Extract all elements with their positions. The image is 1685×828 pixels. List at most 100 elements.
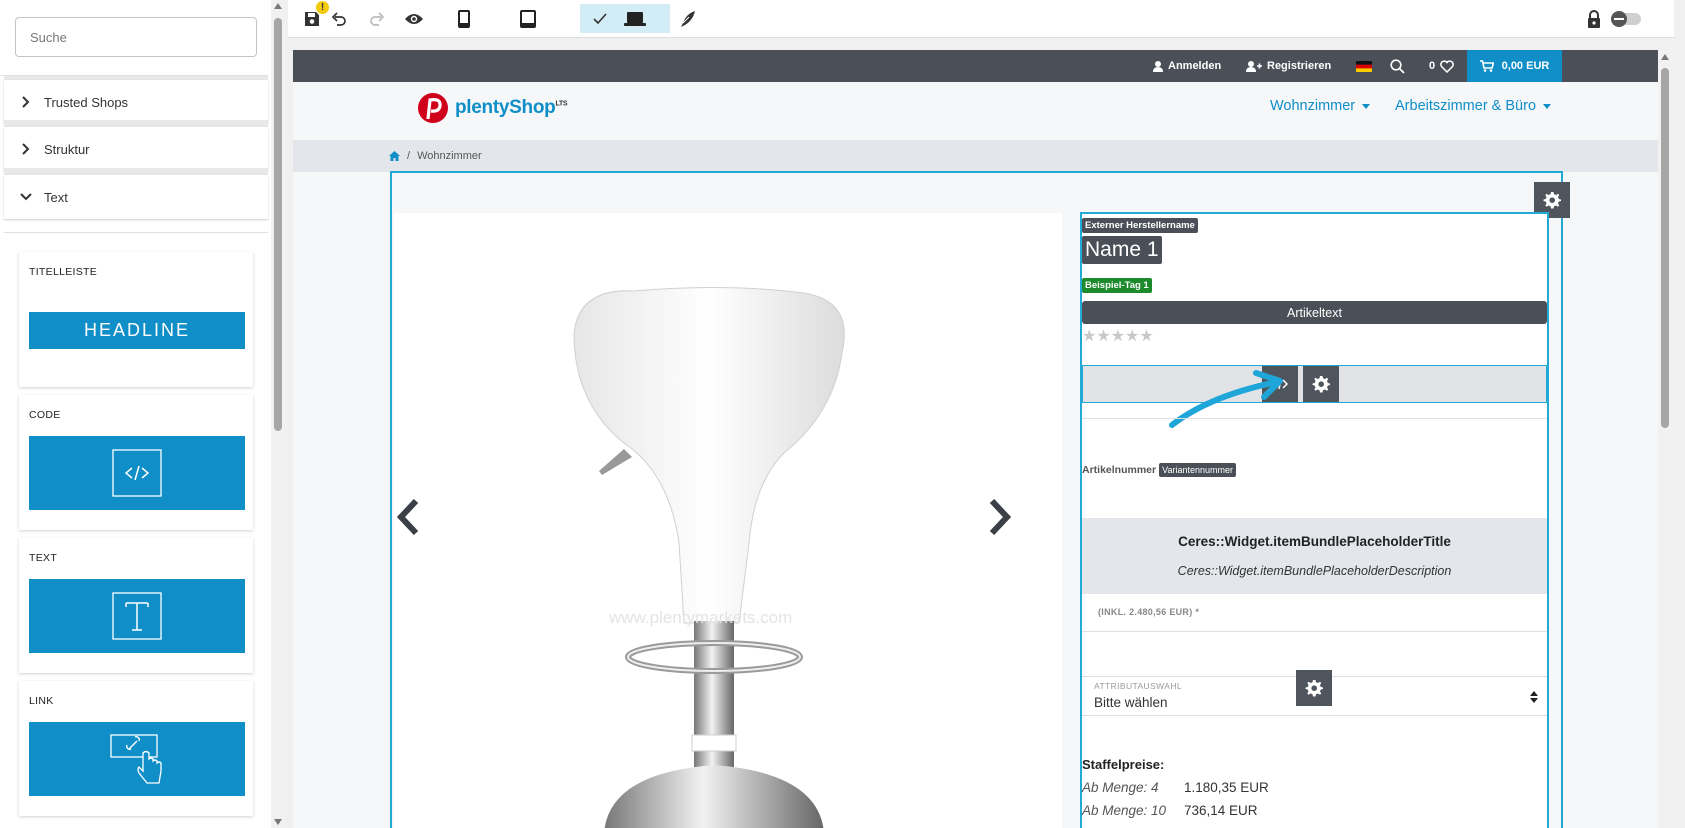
check-icon — [593, 13, 607, 24]
shop-logo[interactable]: plentyShopLTS — [417, 90, 568, 126]
shop-preview: Anmelden Registrieren 0 0,00 EUR plentyS… — [293, 50, 1658, 828]
bundle-title: Ceres::Widget.itemBundlePlaceholderTitle — [1178, 534, 1451, 549]
headline-icon: HEADLINE — [29, 312, 245, 349]
rating-stars: ★★★★★ — [1082, 328, 1154, 345]
caret-down-icon — [1362, 103, 1371, 109]
price-note: (INKL. 2.480,56 EUR) * — [1098, 607, 1200, 617]
search-input[interactable] — [15, 17, 257, 57]
scroll-down-icon[interactable] — [274, 819, 282, 825]
manufacturer-name: Externer Herstellername — [1082, 218, 1198, 233]
prev-image-button[interactable] — [396, 498, 420, 540]
attribute-settings-button[interactable] — [1296, 670, 1332, 706]
nav-item-arbeitszimmer[interactable]: Arbeitszimmer & Büro — [1395, 98, 1552, 114]
link-icon — [29, 722, 245, 796]
undo-icon — [331, 12, 346, 26]
wishlist-link[interactable]: 0 — [1429, 50, 1454, 82]
single-item-widget[interactable]: www.plentymarkets.com Externer Herstelle… — [390, 171, 1570, 828]
toggle-switch[interactable] — [1606, 0, 1646, 38]
code-widget-row[interactable]: / — [1082, 365, 1547, 403]
logo-text: plentyShopLTS — [455, 97, 568, 118]
widget-label: LINK — [29, 695, 54, 707]
accordion-struktur[interactable]: Struktur — [4, 127, 268, 171]
item-bundle-placeholder: Ceres::Widget.itemBundlePlaceholderTitle… — [1082, 518, 1547, 594]
tablet-icon — [520, 10, 536, 28]
article-text: Artikeltext — [1082, 301, 1547, 324]
next-image-button[interactable] — [988, 498, 1012, 540]
desktop-icon — [624, 12, 646, 26]
widget-text[interactable]: TEXT — [19, 538, 253, 673]
chevron-right-icon — [18, 141, 34, 157]
text-icon — [29, 579, 245, 653]
mobile-view-button[interactable] — [448, 0, 480, 38]
item-info-column[interactable]: Externer Herstellername Name 1 Beispiel-… — [1080, 212, 1549, 828]
chevron-down-icon — [18, 189, 34, 205]
breadcrumb-item[interactable]: Wohnzimmer — [417, 150, 482, 162]
shop-header: plentyShopLTS Wohnzimmer Arbeitszimmer &… — [293, 82, 1658, 140]
widget-code[interactable]: CODE — [19, 395, 253, 530]
graduated-price-row: Ab Menge: 10 736,14 EUR — [1082, 803, 1258, 818]
graduated-prices-title: Staffelpreise: — [1082, 757, 1165, 772]
save-icon — [305, 12, 319, 26]
widget-titelleiste[interactable]: TITELLEISTE HEADLINE — [19, 252, 253, 387]
plenty-logo-icon — [418, 93, 448, 123]
heart-icon — [1440, 59, 1454, 73]
language-flag-de-icon[interactable] — [1356, 50, 1372, 82]
divider — [1082, 418, 1547, 419]
cart-icon — [1479, 60, 1494, 72]
mobile-icon — [458, 10, 470, 28]
widget-label: TEXT — [29, 552, 58, 564]
widget-sidebar: Trusted Shops Struktur Text TITELLEISTE … — [0, 0, 272, 828]
user-icon — [1153, 60, 1163, 72]
user-plus-icon — [1246, 60, 1262, 72]
breadcrumb: / Wohnzimmer — [293, 140, 1658, 172]
cart-button[interactable]: 0,00 EUR — [1467, 50, 1562, 82]
attribute-value: Bitte wählen — [1094, 695, 1168, 710]
chevron-right-icon — [18, 94, 34, 110]
redo-button[interactable] — [361, 0, 393, 38]
search-icon[interactable] — [1390, 50, 1405, 82]
accordion-trusted-shops[interactable]: Trusted Shops — [4, 80, 268, 124]
pen-icon — [681, 11, 695, 27]
sidebar-scrollbar[interactable] — [271, 0, 285, 828]
gear-icon — [1543, 192, 1561, 209]
design-button[interactable] — [672, 0, 704, 38]
chevron-right-icon — [989, 498, 1012, 536]
nav-item-wohnzimmer[interactable]: Wohnzimmer — [1270, 98, 1371, 114]
scroll-up-icon[interactable] — [274, 3, 282, 9]
preview-scrollbar[interactable] — [1658, 50, 1672, 828]
code-icon — [29, 436, 245, 510]
widget-link[interactable]: LINK — [19, 681, 253, 816]
home-icon[interactable] — [389, 151, 400, 161]
chevron-left-icon — [396, 498, 419, 536]
editor-toolbar: ! — [288, 0, 1674, 38]
scrollbar-thumb[interactable] — [1661, 68, 1669, 428]
undo-button[interactable] — [323, 0, 355, 38]
code-settings-button[interactable] — [1303, 366, 1339, 402]
item-image-carousel[interactable]: www.plentymarkets.com — [394, 213, 1062, 828]
scrollbar-thumb[interactable] — [274, 18, 282, 431]
bar-stool-image: www.plentymarkets.com — [573, 286, 845, 828]
gear-icon — [1305, 680, 1323, 697]
gear-icon — [1312, 376, 1330, 393]
scroll-up-icon[interactable] — [1661, 54, 1669, 60]
preview-button[interactable] — [398, 0, 430, 38]
widget-label: TITELLEISTE — [29, 266, 98, 278]
accordion-text[interactable]: Text — [4, 175, 268, 219]
accordion-label: Text — [44, 189, 68, 205]
item-tag: Beispiel-Tag 1 — [1082, 278, 1152, 293]
login-link[interactable]: Anmelden — [1153, 50, 1221, 82]
desktop-view-button[interactable] — [580, 4, 670, 33]
variant-number-chip: Variantennummer — [1159, 463, 1236, 477]
caret-down-icon — [1543, 103, 1552, 109]
register-link[interactable]: Registrieren — [1246, 50, 1331, 82]
search-area — [0, 0, 268, 76]
preview-eye-icon — [405, 14, 423, 24]
item-name: Name 1 — [1082, 236, 1162, 264]
widget-list: TITELLEISTE HEADLINE CODE TEXT LINK — [4, 232, 268, 828]
wishlist-count: 0 — [1429, 60, 1436, 72]
accordion-label: Struktur — [44, 141, 90, 157]
graduated-price-row: Ab Menge: 4 1.180,35 EUR — [1082, 780, 1269, 795]
widget-label: CODE — [29, 409, 61, 421]
tablet-view-button[interactable] — [512, 0, 544, 38]
image-watermark: www.plentymarkets.com — [608, 608, 792, 627]
